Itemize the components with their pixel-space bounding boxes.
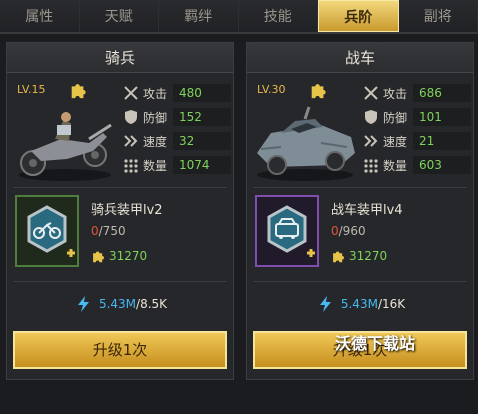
tab-lieutenant[interactable]: 副将 bbox=[398, 0, 478, 32]
tab-skills[interactable]: 技能 bbox=[238, 0, 318, 32]
power-current: 5.43M bbox=[98, 297, 137, 311]
upgrade-button[interactable]: 升级1次 bbox=[13, 331, 227, 369]
unit-level: LV.30 bbox=[257, 83, 286, 96]
stat-defense: 防御 101 bbox=[363, 105, 471, 129]
troop-grid-icon bbox=[124, 159, 138, 173]
stat-value: 32 bbox=[173, 132, 231, 150]
stat-speed: 速度 21 bbox=[363, 129, 471, 153]
stat-attack: 攻击 686 bbox=[363, 81, 471, 105]
stats-list: 攻击 686 防御 101 速度 21 数量 603 bbox=[363, 81, 471, 177]
power-total: /16K bbox=[377, 297, 406, 311]
stat-label: 防御 bbox=[383, 110, 408, 125]
shield-icon bbox=[365, 110, 377, 124]
stat-label: 数量 bbox=[143, 158, 168, 173]
stats-list: 攻击 480 防御 152 速度 32 数量 1074 bbox=[123, 81, 231, 177]
equipment-progress: 0/750 bbox=[91, 224, 126, 238]
cost-value: 31270 bbox=[109, 249, 148, 263]
equipment-slot[interactable] bbox=[255, 195, 319, 267]
speed-chevron-icon bbox=[364, 135, 378, 147]
armored-car-icon bbox=[257, 106, 355, 181]
equipment-slot[interactable] bbox=[15, 195, 79, 267]
divider bbox=[253, 187, 467, 188]
stat-label: 速度 bbox=[383, 134, 408, 149]
troop-grid-icon bbox=[364, 159, 378, 173]
tab-attributes[interactable]: 属性 bbox=[0, 0, 80, 32]
stat-count: 数量 1074 bbox=[123, 153, 231, 177]
stat-attack: 攻击 480 bbox=[123, 81, 231, 105]
progress-current: 0 bbox=[91, 224, 99, 238]
cost-value: 31270 bbox=[349, 249, 388, 263]
puzzle-piece-icon bbox=[333, 251, 344, 263]
stat-value: 686 bbox=[413, 84, 471, 102]
unit-info: LV.30 攻击 686 防御 101 速度 21 数量 603 bbox=[251, 77, 471, 189]
crossed-swords-icon bbox=[364, 86, 378, 100]
stat-value: 152 bbox=[173, 108, 231, 126]
stat-value: 21 bbox=[413, 132, 471, 150]
tab-bar: 属性 天赋 羁绊 技能 兵阶 副将 bbox=[0, 0, 478, 34]
stat-count: 数量 603 bbox=[363, 153, 471, 177]
stat-value: 603 bbox=[413, 156, 471, 174]
shield-icon bbox=[125, 110, 137, 124]
divider bbox=[13, 187, 227, 188]
stat-label: 速度 bbox=[143, 134, 168, 149]
stat-label: 数量 bbox=[383, 158, 408, 173]
stat-value: 1074 bbox=[173, 156, 231, 174]
progress-total: /960 bbox=[338, 224, 366, 238]
stat-defense: 防御 152 bbox=[123, 105, 231, 129]
panel-title: 骑兵 bbox=[7, 43, 233, 73]
motorcycle-rider-icon bbox=[19, 112, 112, 181]
power-total: /8.5K bbox=[136, 297, 168, 311]
progress-total: /750 bbox=[98, 224, 126, 238]
unit-info: LV.15 攻击 480 防御 152 速度 32 数量 1074 bbox=[11, 77, 231, 189]
equipment-name: 战车装甲lv4 bbox=[331, 203, 403, 218]
speed-chevron-icon bbox=[124, 135, 138, 147]
stat-speed: 速度 32 bbox=[123, 129, 231, 153]
stat-label: 攻击 bbox=[143, 86, 168, 101]
watermark: 沃德下载站 bbox=[335, 334, 416, 353]
panel-title: 战车 bbox=[247, 43, 473, 73]
puzzle-piece-icon[interactable] bbox=[69, 81, 87, 99]
lightning-icon bbox=[77, 296, 89, 312]
motorcycle-icon bbox=[27, 205, 75, 257]
stat-label: 防御 bbox=[143, 110, 168, 125]
divider bbox=[13, 281, 227, 282]
equipment-name: 骑兵装甲lv2 bbox=[91, 203, 163, 218]
stat-label: 攻击 bbox=[383, 86, 408, 101]
lightning-icon bbox=[319, 296, 331, 312]
tab-talents[interactable]: 天赋 bbox=[79, 0, 159, 32]
stat-value: 480 bbox=[173, 84, 231, 102]
progress-current: 0 bbox=[331, 224, 339, 238]
tab-bonds[interactable]: 羁绊 bbox=[159, 0, 239, 32]
car-icon bbox=[267, 205, 315, 257]
equipment-cost: 31270 bbox=[331, 249, 387, 263]
stat-value: 101 bbox=[413, 108, 471, 126]
crossed-swords-icon bbox=[124, 86, 138, 100]
power-display: 5.43M/8.5K bbox=[7, 295, 235, 313]
unit-level: LV.15 bbox=[17, 83, 46, 96]
equipment-cost: 31270 bbox=[91, 249, 147, 263]
puzzle-piece-icon[interactable] bbox=[309, 81, 327, 99]
divider bbox=[253, 281, 467, 282]
equipment-progress: 0/960 bbox=[331, 224, 366, 238]
power-display: 5.43M/16K bbox=[247, 295, 475, 313]
power-current: 5.43M bbox=[340, 297, 378, 311]
tab-troop-rank[interactable]: 兵阶 bbox=[318, 0, 399, 32]
puzzle-piece-icon bbox=[93, 251, 104, 263]
cavalry-panel: 骑兵 LV.15 攻击 480 防御 152 速度 32 数量 1074 骑兵装… bbox=[6, 42, 234, 380]
